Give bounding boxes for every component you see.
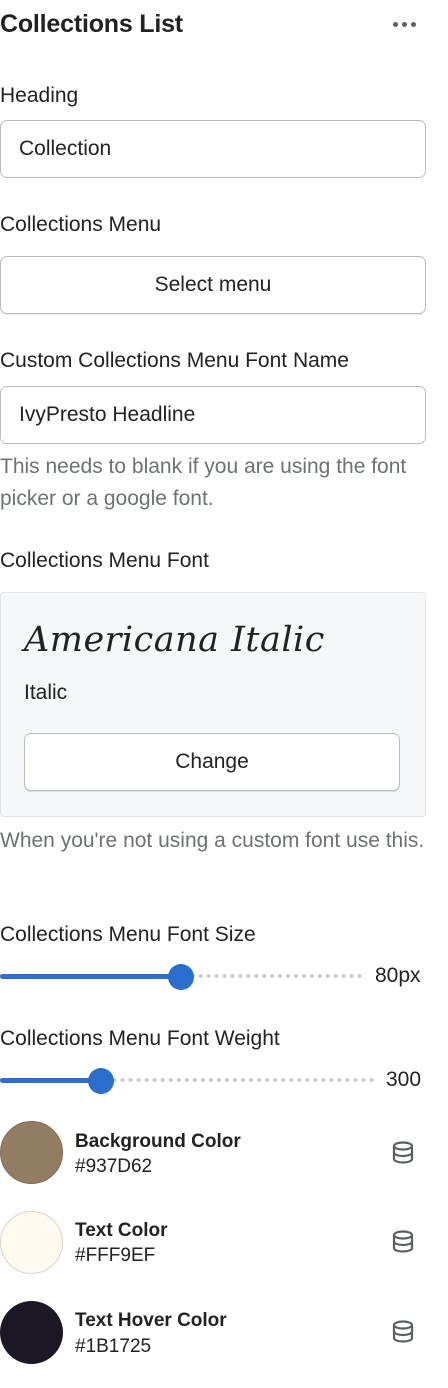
font-size-label: Collections Menu Font Size — [0, 923, 256, 946]
text-color-hex: #FFF9EF — [75, 1245, 156, 1266]
panel-title: Collections List — [0, 10, 183, 38]
text-hover-color-swatch[interactable] — [0, 1301, 63, 1364]
slider-thumb[interactable] — [168, 964, 194, 990]
more-actions-icon[interactable] — [388, 10, 420, 38]
menu-font-help: When you're not using a custom font use … — [0, 829, 425, 852]
slider-fill — [0, 974, 181, 979]
font-size-slider[interactable] — [0, 961, 362, 991]
custom-font-name-label: Custom Collections Menu Font Name — [0, 349, 349, 372]
database-icon[interactable] — [390, 1319, 416, 1345]
menu-font-label: Collections Menu Font — [0, 549, 209, 572]
select-menu-button[interactable]: Select menu — [0, 256, 426, 314]
font-weight-label: Collections Menu Font Weight — [0, 1027, 280, 1050]
slider-fill — [0, 1078, 101, 1083]
custom-font-name-input[interactable]: IvyPresto Headline — [0, 386, 426, 444]
change-font-button[interactable]: Change — [24, 733, 400, 791]
database-icon[interactable] — [390, 1140, 416, 1166]
heading-label: Heading — [0, 84, 79, 107]
font-preview: Americana Italic — [24, 620, 325, 660]
text-color-swatch[interactable] — [0, 1211, 63, 1274]
text-color-name: Text Color — [75, 1220, 168, 1241]
collections-menu-label: Collections Menu — [0, 213, 162, 236]
font-weight-value: 300 — [386, 1068, 422, 1091]
background-color-swatch[interactable] — [0, 1121, 63, 1184]
text-hover-color-hex: #1B1725 — [75, 1336, 152, 1357]
font-style-label: Italic — [24, 681, 68, 704]
custom-font-name-help: This needs to blank if you are using the… — [0, 455, 407, 510]
font-size-value: 80px — [375, 964, 421, 987]
background-color-hex: #937D62 — [75, 1156, 153, 1177]
text-hover-color-name: Text Hover Color — [75, 1310, 227, 1331]
font-weight-slider[interactable] — [0, 1065, 374, 1095]
heading-input[interactable]: Collection — [0, 120, 426, 178]
slider-thumb[interactable] — [88, 1068, 114, 1094]
background-color-name: Background Color — [75, 1131, 241, 1152]
database-icon[interactable] — [390, 1229, 416, 1255]
